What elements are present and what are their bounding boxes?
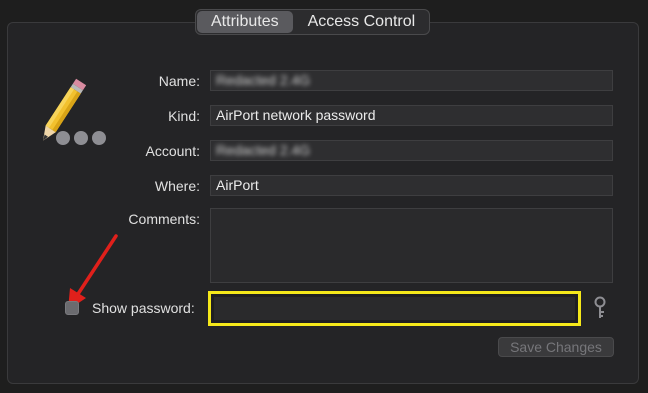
- where-label: Where:: [154, 178, 200, 194]
- password-input[interactable]: [214, 297, 575, 320]
- name-value: Redacted 2.4G: [216, 72, 311, 88]
- tab-bar: Attributes Access Control: [195, 9, 431, 35]
- key-icon[interactable]: [592, 296, 608, 320]
- account-value: Redacted 2.4G: [216, 142, 311, 158]
- show-password-checkbox[interactable]: [65, 301, 79, 315]
- kind-label: Kind:: [168, 108, 200, 124]
- show-password-label[interactable]: Show password:: [92, 300, 195, 316]
- account-label: Account:: [145, 143, 200, 159]
- save-changes-button[interactable]: Save Changes: [498, 337, 614, 357]
- comments-label: Comments:: [128, 211, 200, 227]
- where-field[interactable]: AirPort: [210, 175, 613, 196]
- tab-access-control[interactable]: Access Control: [294, 10, 430, 34]
- keychain-item-window: Attributes Access Control Name: Redacted…: [0, 0, 648, 393]
- tab-attributes[interactable]: Attributes: [197, 11, 293, 33]
- name-field[interactable]: Redacted 2.4G: [210, 70, 613, 91]
- kind-field[interactable]: AirPort network password: [210, 105, 613, 126]
- account-field[interactable]: Redacted 2.4G: [210, 140, 613, 161]
- kind-value: AirPort network password: [216, 107, 376, 123]
- password-field[interactable]: [208, 291, 581, 326]
- ellipsis-dot: [56, 131, 70, 145]
- comments-field[interactable]: [210, 208, 613, 283]
- name-label: Name:: [158, 73, 200, 89]
- where-value: AirPort: [216, 177, 259, 193]
- ellipsis-dot: [74, 131, 88, 145]
